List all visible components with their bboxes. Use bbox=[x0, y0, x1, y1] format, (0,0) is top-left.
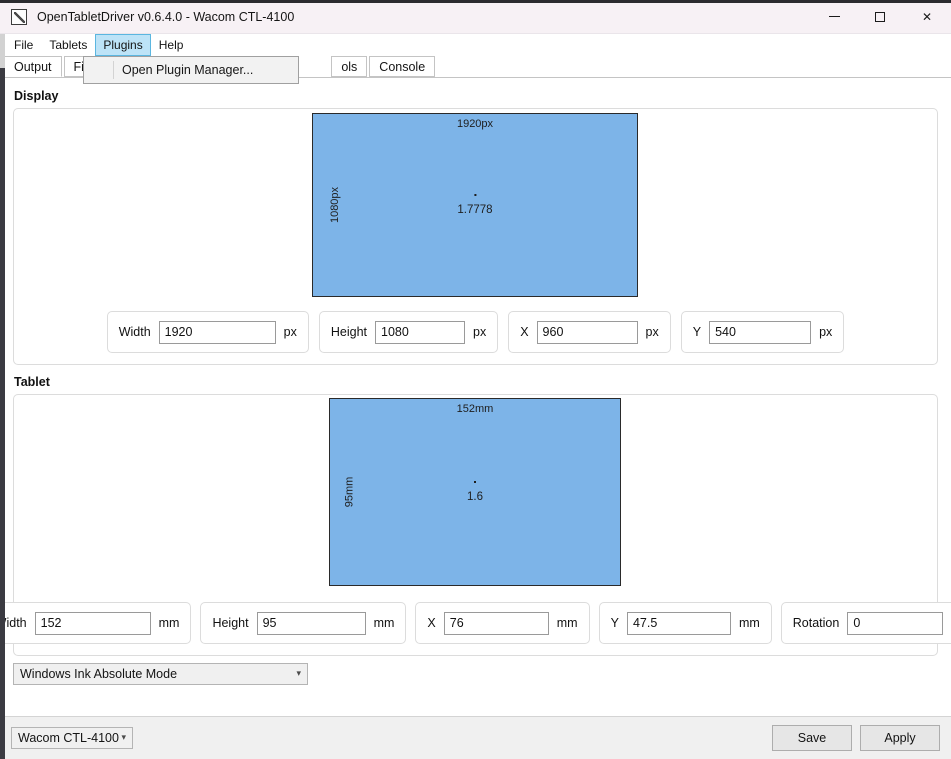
display-height-input[interactable] bbox=[375, 321, 465, 344]
tablet-width-label-text: Width bbox=[0, 616, 27, 630]
tablet-y-unit: mm bbox=[739, 616, 760, 630]
tablet-width-unit: mm bbox=[159, 616, 180, 630]
status-buttons: Save Apply bbox=[772, 725, 940, 751]
display-ratio-label: 1.7778 bbox=[457, 204, 492, 216]
plugins-dropdown-menu: Open Plugin Manager... bbox=[83, 56, 299, 84]
display-x-input[interactable] bbox=[537, 321, 638, 344]
display-width-input[interactable] bbox=[159, 321, 276, 344]
output-mode-value: Windows Ink Absolute Mode bbox=[20, 667, 177, 681]
tablet-y-input[interactable] bbox=[627, 612, 731, 635]
close-button[interactable]: ✕ bbox=[903, 0, 951, 34]
display-width-field: Width px bbox=[107, 311, 309, 353]
window-title: OpenTabletDriver v0.6.4.0 - Wacom CTL-41… bbox=[37, 10, 294, 24]
tablet-width-field: Width mm bbox=[0, 602, 191, 644]
statusbar: Wacom CTL-4100 ▾ Save Apply bbox=[0, 716, 951, 759]
tablet-x-input[interactable] bbox=[444, 612, 549, 635]
display-y-input[interactable] bbox=[709, 321, 811, 344]
tablet-selector-value: Wacom CTL-4100 bbox=[18, 731, 119, 745]
output-mode-select[interactable]: Windows Ink Absolute Mode ▾ bbox=[13, 663, 308, 685]
display-ratio-group: 1.7778 bbox=[457, 194, 492, 216]
save-button[interactable]: Save bbox=[772, 725, 852, 751]
minimize-icon bbox=[829, 16, 840, 17]
tablet-rotation-label-text: Rotation bbox=[793, 616, 840, 630]
window-controls: ✕ bbox=[811, 0, 951, 34]
display-y-field: Y px bbox=[681, 311, 845, 353]
display-height-label-text: Height bbox=[331, 325, 367, 339]
menu-item-plugins[interactable]: Plugins bbox=[95, 34, 150, 56]
output-mode-row: Windows Ink Absolute Mode ▾ bbox=[13, 660, 938, 693]
tablet-y-field: Y mm bbox=[599, 602, 772, 644]
tablet-ratio-group: 1.6 bbox=[467, 481, 483, 503]
display-y-unit: px bbox=[819, 325, 832, 339]
close-icon: ✕ bbox=[922, 10, 932, 24]
tab-console[interactable]: Console bbox=[369, 56, 435, 77]
display-y-label-text: Y bbox=[693, 325, 701, 339]
tablet-height-label-text: Height bbox=[212, 616, 248, 630]
tablet-rotation-input[interactable] bbox=[847, 612, 943, 635]
display-width-label-text: Width bbox=[119, 325, 151, 339]
tablet-height-label: 95mm bbox=[343, 477, 355, 508]
application-window: OpenTabletDriver v0.6.4.0 - Wacom CTL-41… bbox=[0, 0, 951, 759]
menubar: File Tablets Plugins Help bbox=[0, 34, 951, 56]
display-field-row: Width px Height px X px Y px bbox=[14, 311, 937, 364]
tablet-height-field: Height mm bbox=[200, 602, 406, 644]
display-groupbox: 1920px 1080px 1.7778 Width px Height bbox=[13, 108, 938, 365]
tablet-groupbox: 152mm 95mm 1.6 Width mm Height bbox=[13, 394, 938, 656]
display-x-label-text: X bbox=[520, 325, 528, 339]
tablet-height-unit: mm bbox=[374, 616, 395, 630]
tablet-width-input[interactable] bbox=[35, 612, 151, 635]
tablet-x-field: X mm bbox=[415, 602, 589, 644]
titlebar: OpenTabletDriver v0.6.4.0 - Wacom CTL-41… bbox=[0, 0, 951, 34]
display-height-field: Height px bbox=[319, 311, 498, 353]
minimize-button[interactable] bbox=[811, 0, 857, 34]
tablet-width-label: 152mm bbox=[330, 403, 620, 415]
tablet-height-input[interactable] bbox=[257, 612, 366, 635]
tablet-x-label-text: X bbox=[427, 616, 435, 630]
maximize-icon bbox=[875, 12, 885, 22]
tablet-x-unit: mm bbox=[557, 616, 578, 630]
tab-output[interactable]: Output bbox=[4, 56, 62, 77]
tablet-canvas[interactable]: 152mm 95mm 1.6 bbox=[14, 395, 937, 602]
display-area-rect[interactable]: 1920px 1080px 1.7778 bbox=[312, 113, 638, 297]
tablet-area-rect[interactable]: 152mm 95mm 1.6 bbox=[329, 398, 621, 586]
tablet-rotation-field: Rotation ° bbox=[781, 602, 951, 644]
menu-item-help[interactable]: Help bbox=[151, 34, 192, 56]
display-width-unit: px bbox=[284, 325, 297, 339]
display-section-label: Display bbox=[14, 89, 938, 103]
display-height-label: 1080px bbox=[329, 187, 341, 223]
display-width-label: 1920px bbox=[313, 118, 637, 130]
tablet-ratio-label: 1.6 bbox=[467, 491, 483, 503]
tablet-selector-select[interactable]: Wacom CTL-4100 ▾ bbox=[11, 727, 133, 749]
stylus-icon bbox=[11, 9, 27, 25]
tab-tools[interactable]: ols bbox=[331, 56, 367, 77]
window-left-edge-top bbox=[0, 34, 5, 68]
display-x-unit: px bbox=[646, 325, 659, 339]
display-center-dot bbox=[474, 194, 476, 196]
chevron-down-icon: ▾ bbox=[121, 734, 126, 743]
menu-open-plugin-manager[interactable]: Open Plugin Manager... bbox=[84, 59, 298, 81]
maximize-button[interactable] bbox=[857, 0, 903, 34]
menu-item-file[interactable]: File bbox=[6, 34, 41, 56]
tablet-center-dot bbox=[474, 481, 476, 483]
main-content: Display 1920px 1080px 1.7778 Width px bbox=[0, 78, 951, 716]
apply-button[interactable]: Apply bbox=[860, 725, 940, 751]
display-canvas[interactable]: 1920px 1080px 1.7778 bbox=[14, 109, 937, 311]
tablet-y-label-text: Y bbox=[611, 616, 619, 630]
tablet-section-label: Tablet bbox=[14, 375, 938, 389]
tablet-field-row: Width mm Height mm X mm Y mm bbox=[14, 602, 937, 655]
menu-item-tablets[interactable]: Tablets bbox=[41, 34, 95, 56]
chevron-down-icon: ▾ bbox=[296, 670, 301, 679]
display-x-field: X px bbox=[508, 311, 671, 353]
display-height-unit: px bbox=[473, 325, 486, 339]
